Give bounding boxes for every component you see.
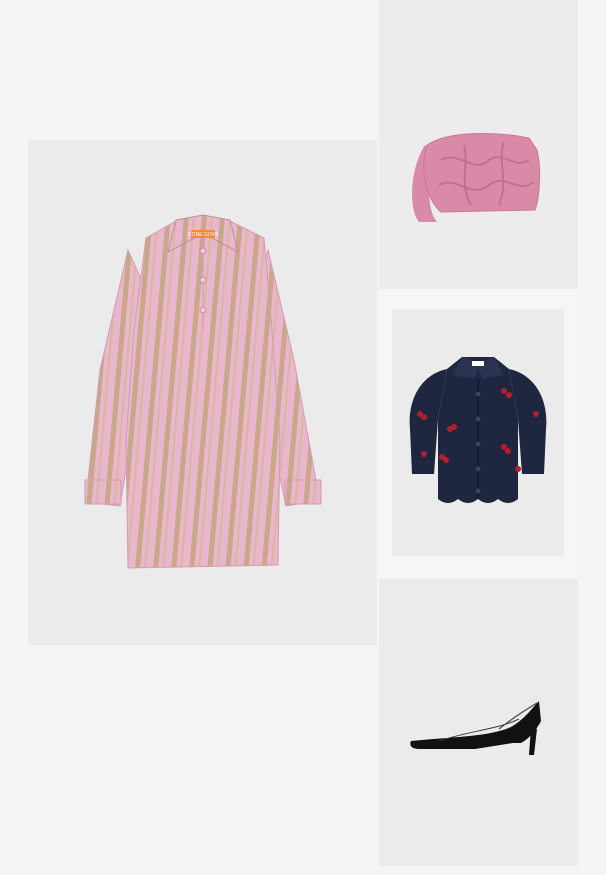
product-tile-bag[interactable] [379,0,578,289]
quilted-shoulder-bag-image [412,133,541,222]
product-tile-dress[interactable]: STINE GOYA [28,140,377,645]
brand-label-text: STINE GOYA [188,232,219,238]
outfit-collage: { "collage": { "items": [ {"name": "stri… [0,0,606,875]
product-tile-shoes[interactable] [379,579,578,866]
cherry-embroidered-cardigan-image [409,357,547,503]
striped-shirt-dress-image: STINE GOYA [84,214,322,569]
product-tile-cardigan[interactable] [392,309,564,556]
black-patent-pumps-image [410,701,541,755]
